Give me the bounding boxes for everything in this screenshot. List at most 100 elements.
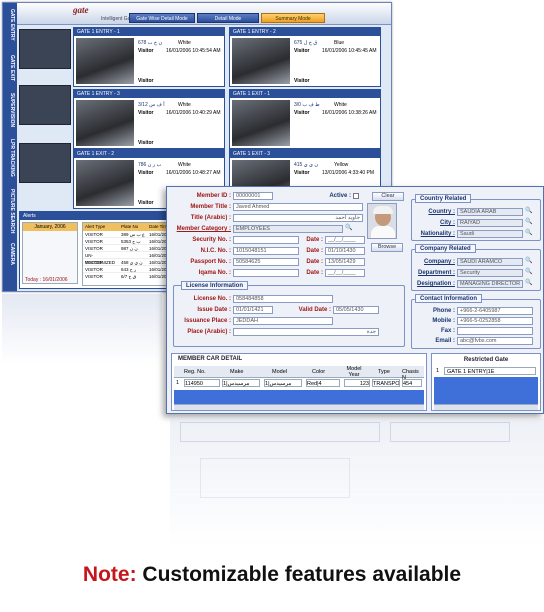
browse-button[interactable]: Browse: [371, 243, 403, 252]
gate-card[interactable]: GATE 1 ENTRY - 3 أ ف س 3/12 White Visito…: [73, 89, 225, 149]
side-nav-item[interactable]: LPR TRACKING: [5, 139, 15, 177]
alert-row[interactable]: VISITOR ن ن 987 16/01/2006: [83, 245, 175, 252]
company-title: Company Related: [415, 244, 476, 253]
event-date: 16/01/2006 10:38:26 AM: [322, 110, 377, 116]
security-date-field[interactable]: __/__/____: [325, 236, 365, 244]
car-type-select[interactable]: TRANSPOR: [372, 379, 400, 387]
place-arabic-field[interactable]: جدة: [233, 328, 379, 336]
company-select[interactable]: SAUDI ARAMCO: [457, 258, 523, 266]
nic-field[interactable]: 1015048151: [233, 247, 299, 255]
plate-number: ط ف ب 3/0: [294, 102, 320, 108]
vehicle-type: Visitor: [294, 78, 310, 84]
alert-row[interactable]: VISITOR ر ح 643 16/01/2006: [83, 266, 175, 273]
alert-type: VISITOR: [85, 246, 103, 251]
car-row[interactable]: 1 114950 مرسيدس|1 مرسيدس|1 Red|4 123 TRA…: [174, 379, 424, 388]
city-select[interactable]: RAIYAD: [457, 219, 523, 227]
restricted-gate-panel: Restricted Gate 1 GATE 1 ENTRY|1E: [431, 353, 541, 411]
side-nav-item[interactable]: CAMERA: [5, 243, 15, 265]
gate-card[interactable]: GATE 1 ENTRY - 1 ن ح ب 678 White Visitor…: [73, 27, 225, 87]
iqama-date-field[interactable]: __/__/____: [325, 269, 365, 277]
designation-select[interactable]: MANAGING DIRECTOR: [457, 280, 523, 288]
tab-summary-mode[interactable]: Summary Mode: [261, 13, 325, 23]
issuance-place-field[interactable]: JEDDAH: [233, 317, 333, 325]
alert-row[interactable]: VISITOR ن ي ي 458 16/01/2006: [83, 259, 175, 266]
plate-number: ب ر ن 786: [138, 162, 162, 168]
search-icon[interactable]: 🔍: [345, 225, 352, 232]
gate-card-title: GATE 1 ENTRY - 3: [74, 90, 224, 98]
camera-thumbnail[interactable]: [19, 85, 71, 125]
car-model-select[interactable]: مرسيدس|1: [264, 379, 302, 387]
search-icon[interactable]: 🔍: [525, 269, 532, 276]
license-no-field[interactable]: 058484858: [233, 295, 333, 303]
gate-card-title: GATE 1 ENTRY - 1: [74, 28, 224, 36]
active-checkbox[interactable]: [353, 193, 359, 199]
car-chasis-field[interactable]: 454: [402, 379, 422, 387]
gate-row[interactable]: 1 GATE 1 ENTRY|1E: [434, 367, 538, 376]
member-category-select[interactable]: EMPLOYEES: [233, 225, 343, 233]
alert-row[interactable]: VISITOR ب ح 5353 16/01/2006: [83, 238, 175, 245]
fax-label: Fax :: [440, 328, 455, 334]
phone-field[interactable]: +966-2-6405987: [457, 307, 533, 315]
nationality-select[interactable]: Saudi: [457, 230, 523, 238]
vehicle-type: Visitor: [138, 200, 154, 206]
nic-date-field[interactable]: 01/10/1430: [325, 247, 365, 255]
gate-card-title: GATE 1 ENTRY - 2: [230, 28, 380, 36]
car-col-color: Color: [312, 369, 326, 375]
side-nav-item[interactable]: GATE ENTRY: [5, 9, 15, 41]
plate-number: ن ح ب 678: [138, 40, 163, 46]
search-icon[interactable]: 🔍: [525, 258, 532, 265]
email-field[interactable]: abc@fvbs.com: [457, 337, 533, 345]
tab-gate-wise[interactable]: Gate Wise Detail Mode: [129, 13, 195, 23]
department-select[interactable]: Security: [457, 269, 523, 277]
search-icon[interactable]: 🔍: [525, 208, 532, 215]
alert-row[interactable]: VISITOR ع ب س 389 16/01/2006: [83, 231, 175, 238]
note-text: Customizable features available: [136, 563, 462, 586]
restricted-gate-title: Restricted Gate: [463, 357, 509, 363]
issue-date-label: Issue Date :: [197, 307, 231, 313]
gate-select[interactable]: GATE 1 ENTRY|1E: [444, 367, 536, 375]
side-nav-item[interactable]: GATE EXIT: [5, 55, 15, 81]
clear-button[interactable]: Clear: [372, 192, 404, 201]
issue-date-field[interactable]: 01/01/1421: [233, 306, 273, 314]
car-col-reg: Reg. No.: [184, 369, 206, 375]
search-icon[interactable]: 🔍: [525, 230, 532, 237]
valid-date-field[interactable]: 05/05/1430: [333, 306, 379, 314]
search-icon[interactable]: 🔍: [525, 280, 532, 287]
mobile-field[interactable]: +966-5-0252858: [457, 317, 533, 325]
member-title-field[interactable]: Javed Ahmed: [233, 203, 363, 211]
car-year-field[interactable]: 123: [344, 379, 370, 387]
car-color-select[interactable]: Red|4: [306, 379, 340, 387]
member-id-field[interactable]: 00000001: [233, 192, 273, 200]
side-nav-item[interactable]: PICTURE SEARCH: [5, 189, 15, 233]
horizontal-scrollbar[interactable]: [174, 404, 424, 410]
tab-detail-mode[interactable]: Detail Mode: [197, 13, 259, 23]
vehicle-color: Blue: [334, 40, 345, 46]
issuance-place-label: Issuance Place :: [184, 318, 231, 324]
side-nav-item[interactable]: SUPERVISION: [5, 93, 15, 127]
iqama-field[interactable]: [233, 269, 299, 277]
alert-plate: ق ح 6/7: [121, 274, 137, 279]
car-make-select[interactable]: مرسيدس|1: [222, 379, 260, 387]
fax-field[interactable]: [457, 327, 533, 335]
alert-row[interactable]: VISITOR ق ح 6/7 16/01/2006: [83, 273, 175, 280]
search-icon[interactable]: 🔍: [525, 219, 532, 226]
alert-row[interactable]: UN-RECOGNIZED 16/01/2006: [83, 252, 175, 265]
car-reg-field[interactable]: 114950: [184, 379, 220, 387]
plate-number: ق ح ل 675: [294, 40, 318, 46]
camera-thumbnail[interactable]: [19, 143, 71, 183]
horizontal-scrollbar[interactable]: [434, 404, 538, 410]
email-label: Email :: [435, 338, 455, 344]
camera-thumbnail[interactable]: [19, 29, 71, 69]
country-select[interactable]: SAUDIA ARAB: [457, 208, 523, 216]
car-col-type: Type: [378, 369, 390, 375]
title-arabic-field[interactable]: جاويد أحمد: [233, 214, 363, 222]
passport-field[interactable]: 50584625: [233, 258, 299, 266]
customization-note: Note: Customizable features available: [0, 563, 544, 587]
gate-card[interactable]: GATE 1 EXIT - 1 ط ف ب 3/0 White Visitor …: [229, 89, 381, 149]
gate-card[interactable]: GATE 1 ENTRY - 2 ق ح ل 675 Blue Visitor …: [229, 27, 381, 87]
member-id-label: Member ID :: [196, 193, 231, 199]
calendar[interactable]: January, 2006 Today : 16/01/2006: [22, 222, 78, 284]
passport-date-field[interactable]: 13/05/1429: [325, 258, 365, 266]
security-no-field[interactable]: [233, 236, 299, 244]
member-form-window: Member ID : 00000001 Active : Clear Memb…: [166, 186, 544, 414]
